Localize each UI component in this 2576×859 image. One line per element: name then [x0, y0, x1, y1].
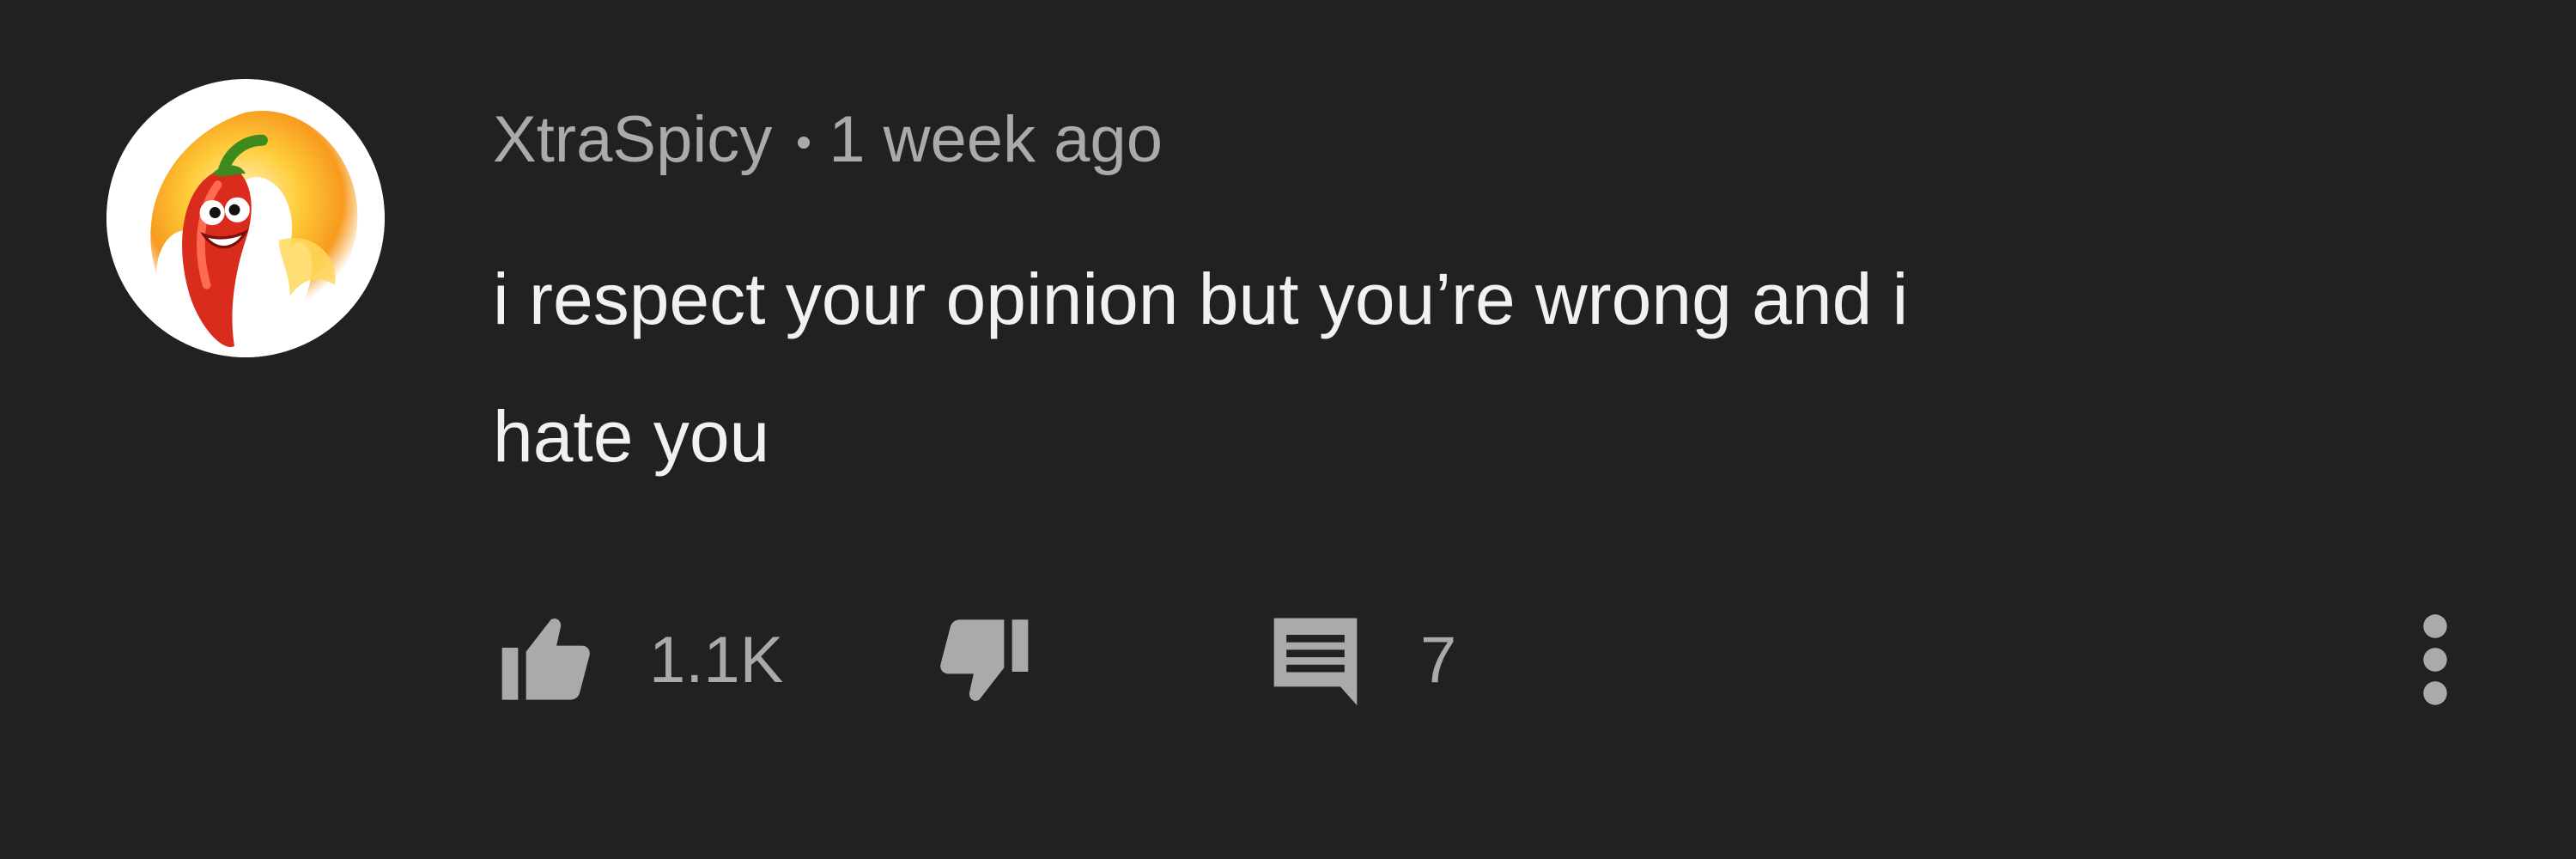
comment-actions: 1.1K 7: [493, 608, 2554, 711]
comment-thread-item: XtraSpicy 1 week ago i respect your opin…: [0, 0, 2576, 859]
comment-text: i respect your opinion but you’re wrong …: [493, 259, 1909, 477]
comment-meta: XtraSpicy 1 week ago: [493, 96, 1163, 182]
author-name[interactable]: XtraSpicy: [493, 102, 772, 177]
reply-button[interactable]: [1266, 608, 1365, 711]
like-count: 1.1K: [649, 623, 784, 697]
thumbs-down-icon: [940, 619, 1029, 701]
chili-pepper-avatar-icon: [106, 79, 385, 357]
timestamp[interactable]: 1 week ago: [829, 102, 1163, 177]
comment-bubble-icon: [1273, 618, 1358, 706]
dislike-button[interactable]: [931, 608, 1037, 711]
vertical-ellipsis-icon: [2423, 614, 2447, 705]
avatar[interactable]: [106, 79, 385, 357]
separator-dot: [798, 137, 811, 149]
like-button[interactable]: [493, 608, 599, 711]
more-options-button[interactable]: [2418, 608, 2452, 711]
reply-count: 7: [1420, 623, 1457, 697]
thumbs-up-icon: [501, 618, 590, 700]
